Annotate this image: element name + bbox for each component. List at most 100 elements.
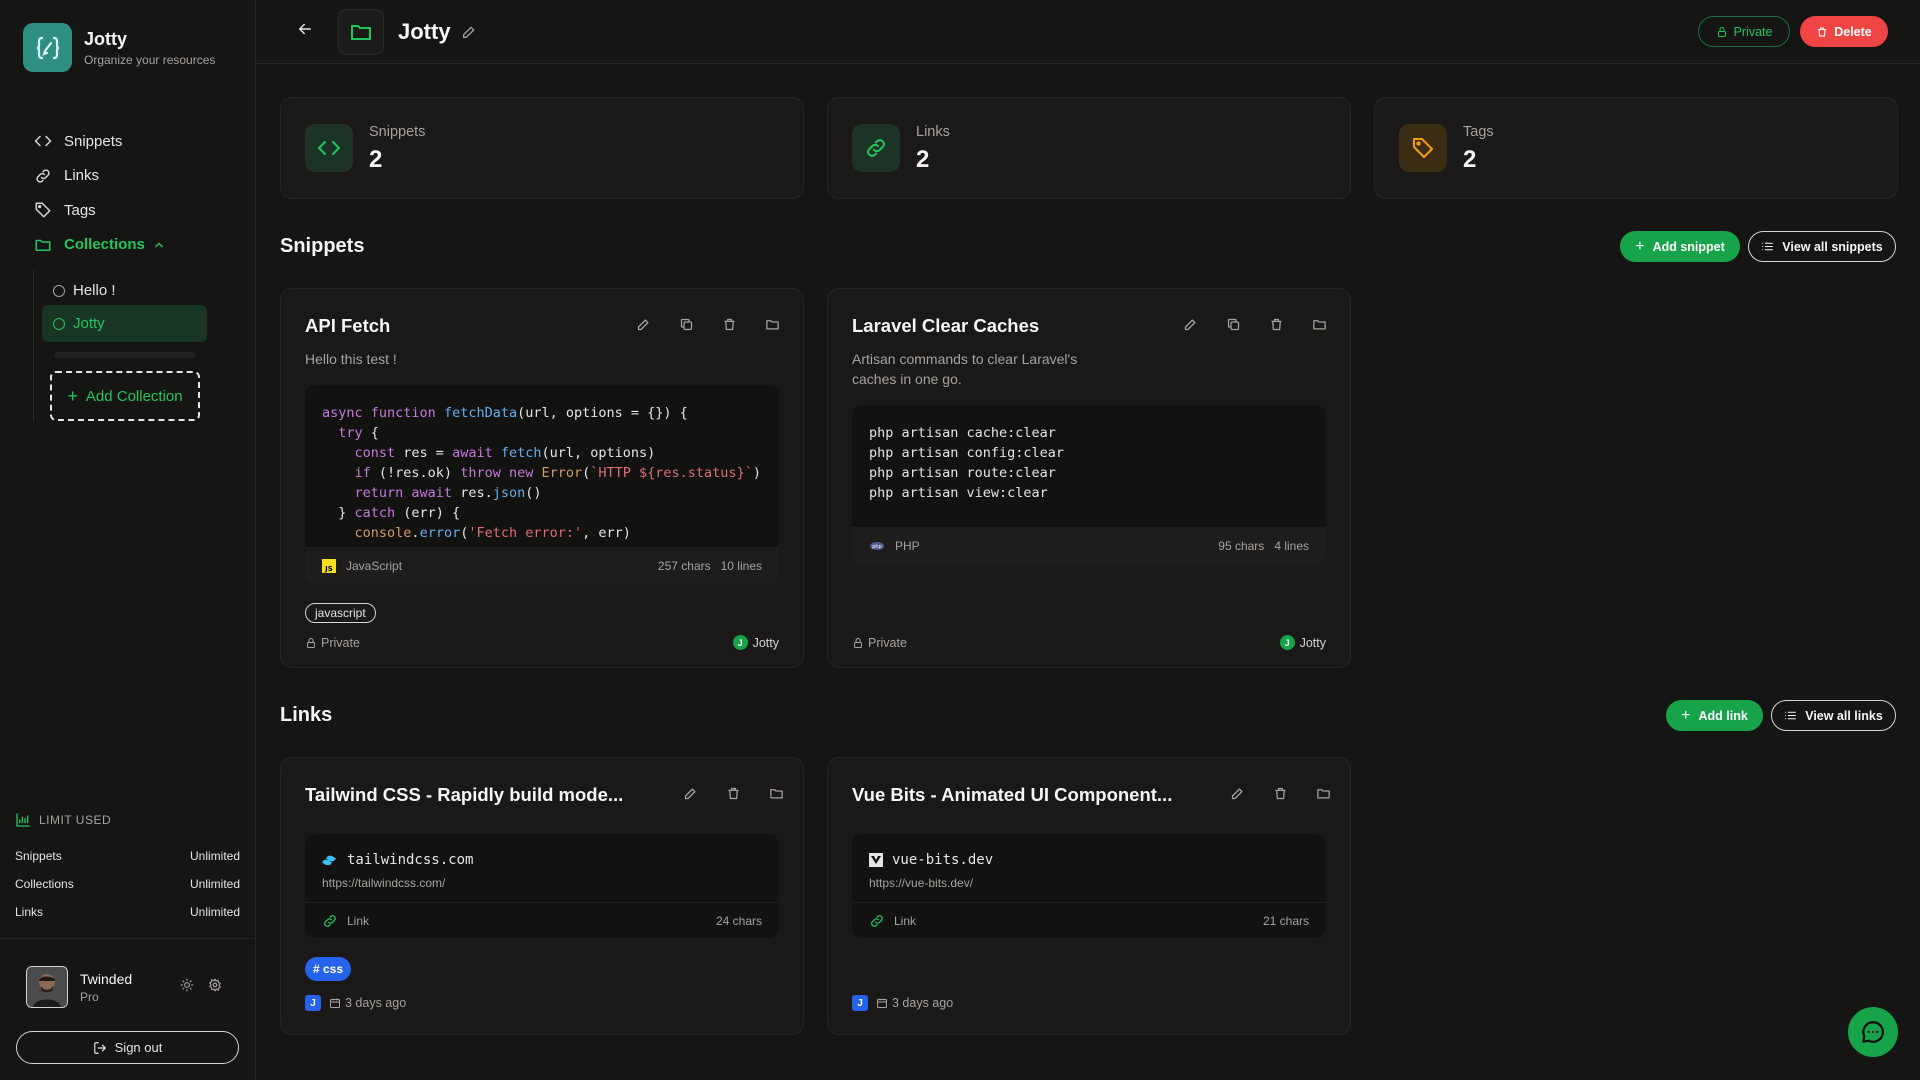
visibility-label: Private bbox=[321, 635, 360, 650]
chevron-up-icon bbox=[153, 239, 165, 251]
pencil-icon[interactable] bbox=[1183, 317, 1198, 332]
back-arrow-icon[interactable] bbox=[296, 20, 314, 38]
code-footer: JS JavaScript 257 chars 10 lines bbox=[305, 547, 779, 585]
list-icon bbox=[1761, 240, 1782, 253]
stat-card-links: Links 2 bbox=[827, 97, 1351, 199]
folder-icon[interactable] bbox=[1312, 317, 1327, 332]
code-icon bbox=[305, 124, 353, 172]
trash-icon[interactable] bbox=[1273, 786, 1288, 801]
snippet-title: API Fetch bbox=[305, 315, 391, 336]
link-preview[interactable]: tailwindcss.com https://tailwindcss.com/… bbox=[305, 834, 779, 938]
sign-out-button[interactable]: Sign out bbox=[16, 1031, 239, 1064]
links-section-title: Links bbox=[280, 704, 333, 726]
owner-avatar: J bbox=[305, 995, 321, 1011]
copy-icon[interactable] bbox=[679, 317, 694, 332]
brand-name: Jotty bbox=[84, 28, 128, 49]
stat-label: Links bbox=[916, 124, 950, 140]
calendar-icon bbox=[876, 997, 892, 1009]
lock-icon bbox=[1716, 26, 1734, 38]
private-label: Private bbox=[1733, 24, 1773, 39]
collections-list: Hello ! Jotty + Add Collection bbox=[33, 270, 213, 422]
snippet-card[interactable]: Laravel Clear Caches Artisan commands to… bbox=[827, 288, 1351, 668]
code-icon bbox=[34, 132, 52, 150]
sidebar-item-collections[interactable]: Collections bbox=[34, 228, 234, 263]
collection-label: Jotty bbox=[73, 315, 105, 332]
calendar-icon bbox=[329, 997, 345, 1009]
divider bbox=[0, 938, 256, 939]
bar-chart-icon bbox=[15, 812, 39, 828]
sidebar-item-label: Links bbox=[64, 167, 100, 185]
add-collection-label: Add Collection bbox=[85, 387, 183, 405]
svg-text:JS: JS bbox=[324, 565, 333, 573]
pencil-icon[interactable] bbox=[636, 317, 651, 332]
link-icon bbox=[34, 167, 52, 185]
link-date: 3 days ago bbox=[892, 996, 954, 1010]
owner-name: Jotty bbox=[752, 635, 779, 650]
view-all-snippets-button[interactable]: View all snippets bbox=[1748, 231, 1896, 262]
snippet-card[interactable]: API Fetch Hello this test ! async functi… bbox=[280, 288, 804, 668]
folder-icon[interactable] bbox=[1316, 786, 1331, 801]
app-logo-icon bbox=[23, 23, 72, 72]
owner-avatar: J bbox=[852, 995, 868, 1011]
gear-icon[interactable] bbox=[208, 978, 222, 992]
private-button[interactable]: Private bbox=[1698, 16, 1790, 47]
link-card[interactable]: Tailwind CSS - Rapidly build mode... tai… bbox=[280, 757, 804, 1035]
view-all-links-button[interactable]: View all links bbox=[1771, 700, 1896, 731]
page-title-text: Jotty bbox=[398, 19, 451, 44]
sun-icon[interactable] bbox=[180, 978, 194, 992]
collection-folder-icon bbox=[338, 9, 384, 55]
link-icon bbox=[869, 913, 894, 929]
collection-label: Hello ! bbox=[73, 282, 116, 299]
link-preview[interactable]: vue-bits.dev https://vue-bits.dev/ Link … bbox=[852, 834, 1326, 938]
sidebar-item-label: Collections bbox=[64, 236, 145, 254]
plus-icon: + bbox=[1635, 237, 1645, 255]
add-snippet-button[interactable]: + Add snippet bbox=[1620, 231, 1740, 262]
sidebar-item-snippets[interactable]: Snippets bbox=[34, 124, 234, 159]
link-card[interactable]: Vue Bits - Animated UI Component... vue-… bbox=[827, 757, 1351, 1035]
stat-value: 2 bbox=[916, 146, 930, 173]
sidebar-item-tags[interactable]: Tags bbox=[34, 193, 234, 228]
trash-icon[interactable] bbox=[722, 317, 737, 332]
delete-label: Delete bbox=[1834, 24, 1872, 39]
page-title: Jotty bbox=[398, 19, 477, 45]
user-profile[interactable]: Twinded Pro bbox=[26, 966, 132, 1008]
pencil-icon[interactable] bbox=[451, 24, 477, 40]
brand[interactable]: Jotty Organize your resources bbox=[23, 23, 215, 72]
chat-icon bbox=[1860, 1019, 1886, 1045]
delete-button[interactable]: Delete bbox=[1800, 16, 1888, 47]
link-chars: 21 chars bbox=[1262, 913, 1309, 928]
pencil-icon[interactable] bbox=[1230, 786, 1245, 801]
trash-icon[interactable] bbox=[1269, 317, 1284, 332]
stat-value: 2 bbox=[1463, 146, 1477, 173]
trash-icon[interactable] bbox=[726, 786, 741, 801]
tag-pill[interactable]: # css bbox=[305, 957, 352, 981]
collection-item-hello[interactable]: Hello ! bbox=[42, 272, 207, 309]
folder-icon[interactable] bbox=[765, 317, 780, 332]
limit-label: Links bbox=[15, 905, 44, 919]
sidebar-item-links[interactable]: Links bbox=[34, 159, 234, 194]
circle-icon bbox=[53, 317, 65, 330]
topbar: Jotty Private Delete bbox=[256, 0, 1920, 64]
sidebar-item-label: Snippets bbox=[64, 132, 123, 150]
snippet-description: Artisan commands to clear Laravel's cach… bbox=[852, 351, 1078, 387]
link-url: https://vue-bits.dev/ bbox=[869, 876, 974, 890]
code-footer: php PHP 95 chars 4 lines bbox=[852, 527, 1326, 565]
folder-icon[interactable] bbox=[769, 786, 784, 801]
stat-card-tags: Tags 2 bbox=[1374, 97, 1898, 199]
add-link-button[interactable]: + Add link bbox=[1666, 700, 1763, 731]
limit-label: Snippets bbox=[15, 849, 62, 863]
link-domain: tailwindcss.com bbox=[347, 852, 474, 868]
copy-icon[interactable] bbox=[1226, 317, 1241, 332]
link-type: Link bbox=[347, 913, 370, 928]
stat-label: Tags bbox=[1463, 124, 1494, 140]
plus-icon: + bbox=[1681, 706, 1691, 724]
tag-pill[interactable]: javascript bbox=[305, 603, 376, 623]
limit-value: Unlimited bbox=[189, 849, 240, 863]
limit-used-panel: LIMIT USED Snippets Unlimited Collections… bbox=[15, 812, 240, 926]
add-collection-button[interactable]: + Add Collection bbox=[50, 371, 200, 421]
chat-support-button[interactable] bbox=[1848, 1007, 1898, 1057]
pencil-icon[interactable] bbox=[683, 786, 698, 801]
collection-item-jotty[interactable]: Jotty bbox=[42, 305, 207, 342]
link-type: Link bbox=[894, 913, 917, 928]
snippet-chars: 257 chars bbox=[657, 559, 711, 573]
